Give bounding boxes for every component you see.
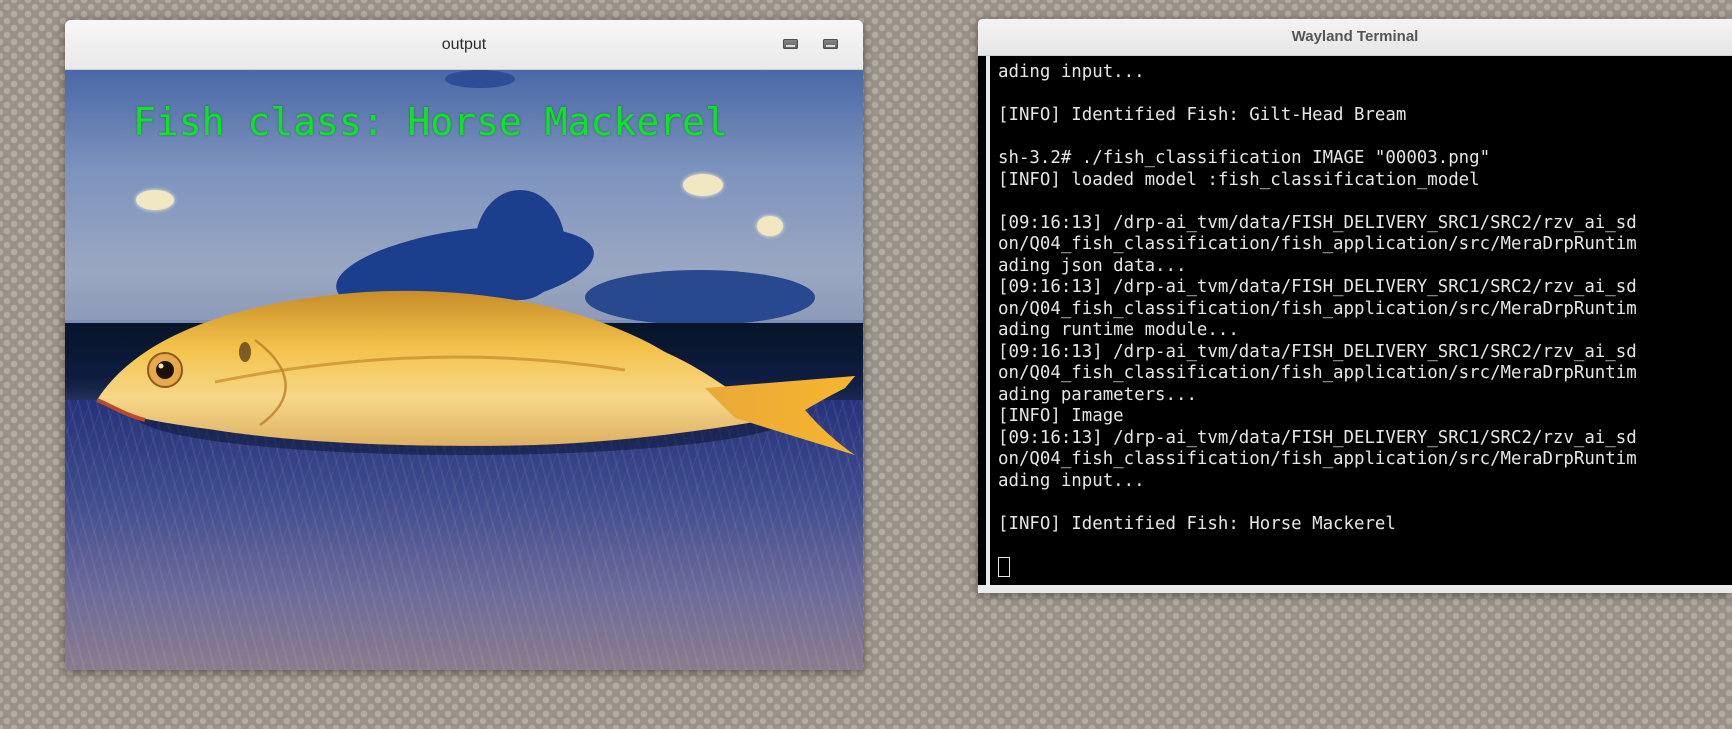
terminal-line: ading parameters...: [998, 384, 1197, 405]
maximize-button[interactable]: [821, 37, 841, 52]
terminal-line: [09:16:13] /drp-ai_tvm/data/FISH_DELIVER…: [998, 427, 1637, 448]
terminal-line: on/Q04_fish_classification/fish_applicat…: [998, 449, 1637, 469]
classification-label: Fish class: Horse Mackerel: [133, 100, 728, 144]
terminal-line: [09:16:13] /drp-ai_tvm/data/FISH_DELIVER…: [998, 341, 1637, 362]
terminal-line: ading input...: [998, 470, 1145, 491]
fish-illustration: [96, 290, 855, 455]
terminal-prompt-line[interactable]: [998, 556, 1732, 579]
terminal-line: on/Q04_fish_classification/fish_applicat…: [998, 363, 1637, 383]
output-window-title: output: [441, 36, 487, 53]
output-window[interactable]: output Fish class: Horse Mackerel: [65, 20, 863, 670]
terminal-title: Wayland Terminal: [1291, 28, 1419, 45]
terminal-frame: [978, 585, 1732, 593]
terminal-window[interactable]: Wayland Terminal ading input... [INFO] Id…: [978, 19, 1732, 593]
terminal-line: on/Q04_fish_classification/fish_applicat…: [998, 234, 1637, 254]
maximize-icon: [823, 39, 838, 49]
terminal-output[interactable]: ading input... [INFO] Identified Fish: Gi…: [986, 56, 1732, 585]
terminal-line: [INFO] loaded model :fish_classification…: [998, 169, 1480, 190]
terminal-line: on/Q04_fish_classification/fish_applicat…: [998, 298, 1637, 319]
terminal-line: [INFO] Identified Fish: Gilt-Head Bream: [998, 105, 1407, 125]
terminal-line: [INFO] Identified Fish: Horse Mackerel: [998, 513, 1396, 534]
terminal-line: ading input...: [998, 62, 1145, 82]
output-window-titlebar[interactable]: output: [65, 20, 863, 70]
terminal-line: [09:16:13] /drp-ai_tvm/data/FISH_DELIVER…: [998, 212, 1637, 233]
terminal-line: sh-3.2# ./fish_classification IMAGE "000…: [998, 148, 1491, 168]
minimize-icon: [783, 39, 798, 49]
terminal-line: [09:16:13] /drp-ai_tvm/data/FISH_DELIVER…: [998, 277, 1637, 297]
terminal-line: ading runtime module...: [998, 320, 1239, 340]
classified-fish-image: Fish class: Horse Mackerel: [65, 70, 863, 670]
terminal-line: ading json data...: [998, 255, 1187, 276]
minimize-button[interactable]: [781, 37, 801, 52]
cursor-icon: [998, 556, 1010, 577]
terminal-line: [INFO] Image: [998, 406, 1124, 426]
terminal-titlebar[interactable]: Wayland Terminal: [978, 19, 1732, 56]
